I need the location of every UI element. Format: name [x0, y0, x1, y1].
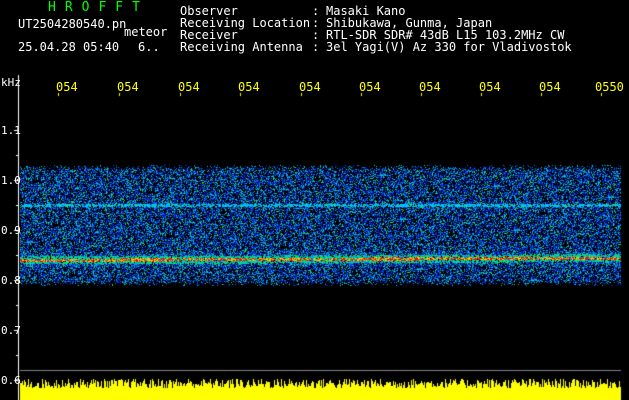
date-time: 25.04.28 05:40 — [18, 40, 120, 54]
x-tick-label: 054 — [299, 80, 321, 94]
x-tick-label: 054 — [56, 80, 78, 94]
file-name: UT2504280540.pn — [18, 17, 127, 31]
x-tick-label: 0550 — [595, 80, 624, 94]
y-tick-label: 0.7 — [1, 324, 21, 337]
y-tick-label: 0.9 — [1, 224, 21, 237]
x-tick-label: 054 — [419, 80, 441, 94]
antenna-label: Receiving Antenna — [180, 40, 303, 54]
y-tick-label: 0.6 — [1, 374, 21, 387]
y-tick-label: 1.1 — [1, 124, 21, 137]
extra-code: 6.. — [138, 40, 160, 54]
y-axis-unit-label: kHz — [1, 76, 21, 89]
x-tick-label: 054 — [117, 80, 139, 94]
x-tick-label: 054 — [479, 80, 501, 94]
antenna-colon: : — [312, 40, 320, 54]
x-tick-label: 054 — [178, 80, 200, 94]
app-title: HROFFT — [48, 0, 149, 15]
y-tick-label: 0.8 — [1, 274, 21, 287]
file-suffix: meteor — [124, 25, 168, 39]
antenna-value: 3el Yagi(V) Az 330 for Vladivostok — [326, 40, 572, 54]
spectrogram-canvas — [0, 0, 629, 400]
x-tick-label: 054 — [539, 80, 561, 94]
x-tick-label: 054 — [359, 80, 381, 94]
x-tick-label: 054 — [238, 80, 260, 94]
y-tick-label: 1.0 — [1, 174, 21, 187]
